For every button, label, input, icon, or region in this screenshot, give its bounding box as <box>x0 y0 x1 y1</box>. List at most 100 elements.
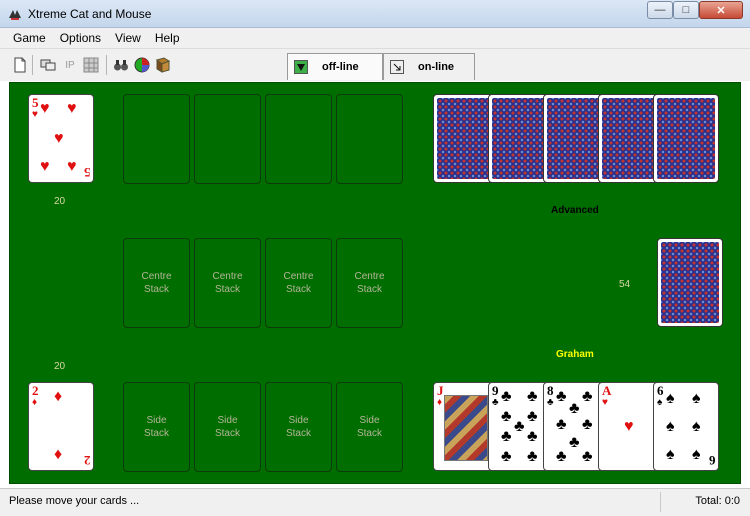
status-separator <box>660 492 661 512</box>
club-icon: ♣ <box>501 428 512 445</box>
heart-icon: ♥ <box>54 130 64 147</box>
maximize-button[interactable]: □ <box>673 1 699 19</box>
new-document-icon[interactable] <box>12 57 28 73</box>
club-icon: ♣ <box>569 400 580 417</box>
centre-stack[interactable]: Centre Stack <box>194 238 261 328</box>
heart-icon: ♥ <box>67 100 77 117</box>
club-icon: ♣ <box>527 428 538 445</box>
tab-on-line-label: on-line <box>418 61 455 73</box>
hand-card-six-spades[interactable]: 6 ♠ ♠ ♠ ♠ ♠ ♠ ♠ 6 <box>653 382 719 471</box>
club-icon: ♣ <box>501 408 512 425</box>
tab-on-line[interactable]: on-line <box>383 53 475 80</box>
club-icon: ♣ <box>527 408 538 425</box>
heart-icon: ♥ <box>602 397 608 408</box>
menu-help[interactable]: Help <box>148 31 187 45</box>
toolbar: IP off-line on-line <box>0 48 750 81</box>
window-title: Xtreme Cat and Mouse <box>28 7 152 21</box>
minimize-button[interactable]: — <box>647 1 673 19</box>
card-rank: 5 <box>32 95 39 110</box>
jack-face-image <box>444 395 488 461</box>
menu-options[interactable]: Options <box>53 31 108 45</box>
top-player-pile-card[interactable]: 5 ♥ ♥ ♥ ♥ ♥ ♥ 5 <box>28 94 94 183</box>
club-icon: ♣ <box>556 388 567 405</box>
club-icon: ♣ <box>582 416 593 433</box>
player-name: Graham <box>556 349 594 360</box>
side-stack[interactable]: Side Stack <box>336 382 403 472</box>
club-icon: ♣ <box>569 434 580 451</box>
spade-icon: ♠ <box>692 446 701 463</box>
draw-deck[interactable] <box>657 238 723 327</box>
tab-off-line[interactable]: off-line <box>287 53 383 80</box>
club-icon: ♣ <box>556 448 567 465</box>
maximize-icon: □ <box>682 4 690 16</box>
player-pile-card[interactable]: 2 ♦ ♦ ♦ 2 <box>28 382 94 471</box>
network-computer-icon[interactable] <box>40 57 56 73</box>
card-rank: 8 <box>547 383 554 398</box>
card-rank: J <box>437 383 444 398</box>
menu-game[interactable]: Game <box>6 31 53 45</box>
centre-stack[interactable]: Centre Stack <box>336 238 403 328</box>
menu-view[interactable]: View <box>108 31 148 45</box>
deck-count: 54 <box>619 279 631 290</box>
spade-icon: ♠ <box>657 397 663 408</box>
centre-stack-label: Centre Stack <box>212 271 243 295</box>
side-stack-label: Side Stack <box>356 415 382 439</box>
side-stack[interactable]: Side Stack <box>123 382 190 472</box>
heart-icon: ♥ <box>40 158 50 175</box>
close-button[interactable]: ✕ <box>699 1 743 19</box>
card-rank: 6 <box>657 383 664 398</box>
top-pile-count: 20 <box>54 196 66 207</box>
card-rank-corner: 2 <box>83 453 91 468</box>
centre-stack-label: Centre Stack <box>283 271 314 295</box>
centre-stack[interactable]: Centre Stack <box>265 238 332 328</box>
spade-icon: ♠ <box>692 418 701 435</box>
book-icon[interactable] <box>155 57 171 73</box>
game-table: 5 ♥ ♥ ♥ ♥ ♥ ♥ 5 20 Advanced Centre Stack… <box>9 82 741 484</box>
status-message: Please move your cards ... <box>9 495 140 507</box>
title-bar: Xtreme Cat and Mouse — □ ✕ <box>0 0 750 28</box>
top-slot[interactable] <box>123 94 190 184</box>
spade-icon: ♠ <box>666 418 675 435</box>
arrow-icon <box>390 60 404 74</box>
card-rank: 9 <box>492 383 499 398</box>
club-icon: ♣ <box>492 397 499 408</box>
top-slot[interactable] <box>265 94 332 184</box>
opponent-name: Advanced <box>551 205 599 216</box>
diamond-icon: ♦ <box>54 388 63 405</box>
club-icon: ♣ <box>582 448 593 465</box>
club-icon: ♣ <box>527 388 538 405</box>
play-down-icon <box>294 60 308 74</box>
card-rank-corner: 5 <box>83 165 91 180</box>
diamond-icon: ♦ <box>32 397 38 408</box>
heart-icon: ♥ <box>40 100 50 117</box>
card-rank-corner: 6 <box>708 453 716 468</box>
color-wheel-icon[interactable] <box>134 57 150 73</box>
top-slot[interactable] <box>336 94 403 184</box>
club-icon: ♣ <box>556 416 567 433</box>
centre-stack[interactable]: Centre Stack <box>123 238 190 328</box>
heart-icon: ♥ <box>32 109 38 120</box>
club-icon: ♣ <box>501 388 512 405</box>
diamond-icon: ♦ <box>437 397 443 408</box>
spade-icon: ♠ <box>692 390 701 407</box>
status-total: Total: 0:0 <box>695 495 740 507</box>
club-icon: ♣ <box>501 448 512 465</box>
spade-icon: ♠ <box>666 390 675 407</box>
side-stack[interactable]: Side Stack <box>194 382 261 472</box>
club-icon: ♣ <box>514 418 525 435</box>
top-slot[interactable] <box>194 94 261 184</box>
heart-icon: ♥ <box>624 418 634 435</box>
menu-bar: Game Options View Help <box>0 28 750 48</box>
centre-stack-label: Centre Stack <box>141 271 172 295</box>
club-icon: ♣ <box>582 388 593 405</box>
bottom-pile-count: 20 <box>54 361 66 372</box>
status-bar: Please move your cards ... Total: 0:0 <box>0 488 750 516</box>
side-stack-label: Side Stack <box>285 415 311 439</box>
toolbar-separator <box>32 55 33 75</box>
binoculars-icon[interactable] <box>113 57 129 73</box>
grid-icon[interactable] <box>83 57 99 73</box>
ip-icon[interactable]: IP <box>62 57 78 73</box>
minimize-icon: — <box>654 4 666 16</box>
side-stack[interactable]: Side Stack <box>265 382 332 472</box>
centre-stack-label: Centre Stack <box>354 271 385 295</box>
